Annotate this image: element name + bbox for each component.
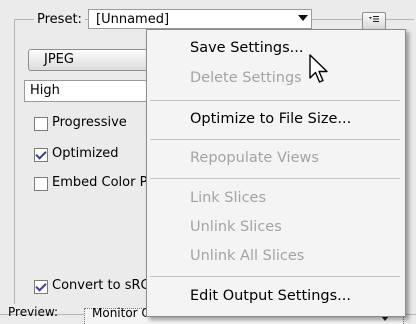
menu-item-optimize-to-file-size[interactable]: Optimize to File Size... [190, 111, 351, 127]
menu-item-repopulate-views[interactable]: Repopulate Views [190, 150, 319, 166]
optimized-label: Optimized [52, 146, 119, 161]
menu-item-edit-output-settings[interactable]: Edit Output Settings... [190, 288, 351, 304]
preview-label: Preview: [8, 305, 59, 319]
menu-item-save-settings[interactable]: Save Settings... [190, 40, 304, 56]
menu-item-unlink-all-slices[interactable]: Unlink All Slices [190, 248, 304, 264]
checkmark-icon [35, 280, 47, 292]
menu-item-delete-settings[interactable]: Delete Settings [190, 70, 302, 86]
chevron-down-icon[interactable] [298, 15, 308, 21]
menu-separator [150, 139, 400, 140]
convert-to-srgb-checkbox[interactable] [34, 280, 48, 294]
flyout-menu-icon [369, 16, 379, 22]
embed-color-profile-label: Embed Color P [52, 175, 148, 190]
progressive-checkbox[interactable] [34, 117, 48, 131]
quality-value: High [30, 83, 60, 98]
menu-item-unlink-slices[interactable]: Unlink Slices [190, 219, 282, 235]
optimized-checkbox[interactable] [34, 148, 48, 162]
menu-separator [150, 276, 400, 277]
menu-item-link-slices[interactable]: Link Slices [190, 190, 266, 206]
mouse-pointer-icon [309, 54, 328, 83]
embed-color-profile-checkbox[interactable] [34, 177, 48, 191]
preset-label: Preset: [34, 12, 85, 27]
convert-to-srgb-label: Convert to sRG [52, 278, 151, 293]
menu-separator [150, 100, 400, 101]
file-format-value: JPEG [44, 52, 74, 67]
preset-value: [Unnamed] [96, 12, 170, 27]
checkmark-icon [35, 148, 47, 160]
progressive-label: Progressive [52, 115, 127, 130]
menu-separator [150, 178, 400, 179]
group-border-left [14, 19, 15, 304]
